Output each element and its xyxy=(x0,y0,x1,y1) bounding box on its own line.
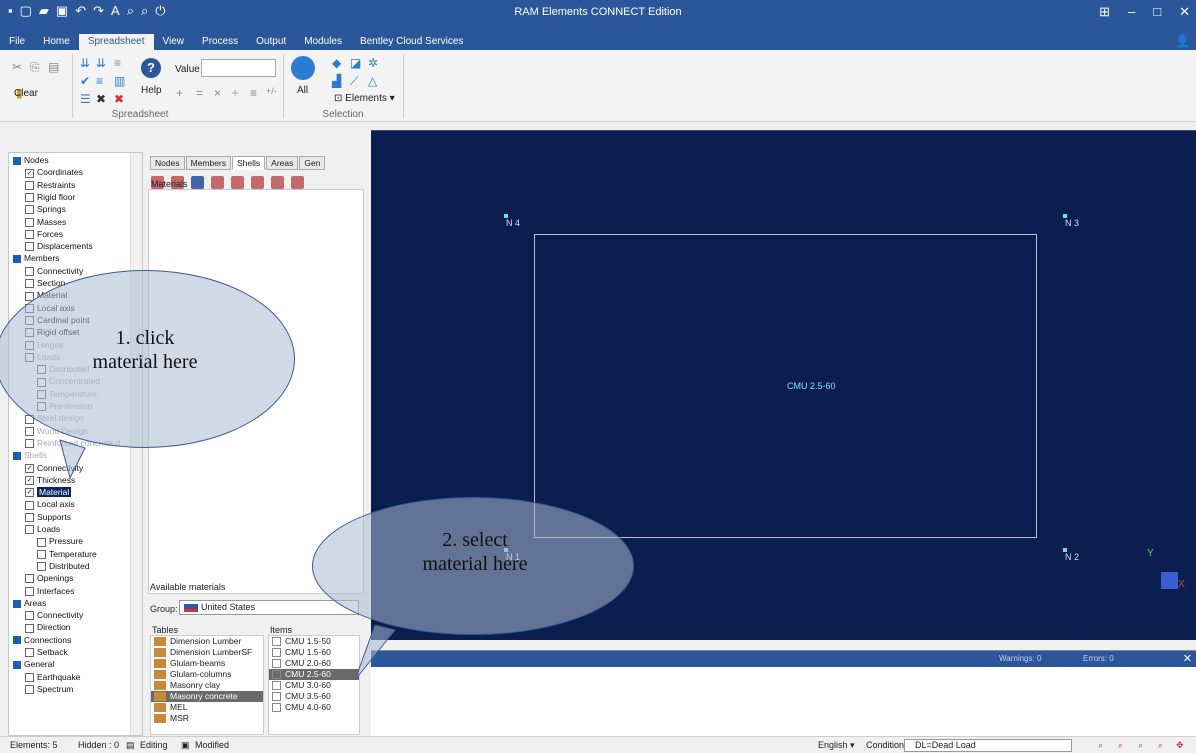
callout-2-line1: 2. select xyxy=(442,529,508,551)
callout-2-line2: material here xyxy=(422,553,528,575)
callout-1-line2: material here xyxy=(92,351,198,373)
callout-1-line1: 1. click xyxy=(115,327,175,349)
callout-1-pointer xyxy=(59,439,86,480)
app-window: ▪ ▢ ▰ ▣ ↶ ↷ A ⌕ ⌕ ⏻ RAM Elements CONNECT… xyxy=(0,0,1196,753)
callout-1-text: 1. click material here xyxy=(40,326,250,374)
callout-2-text: 2. select material here xyxy=(370,528,580,576)
callout-2-pointer xyxy=(354,624,396,681)
